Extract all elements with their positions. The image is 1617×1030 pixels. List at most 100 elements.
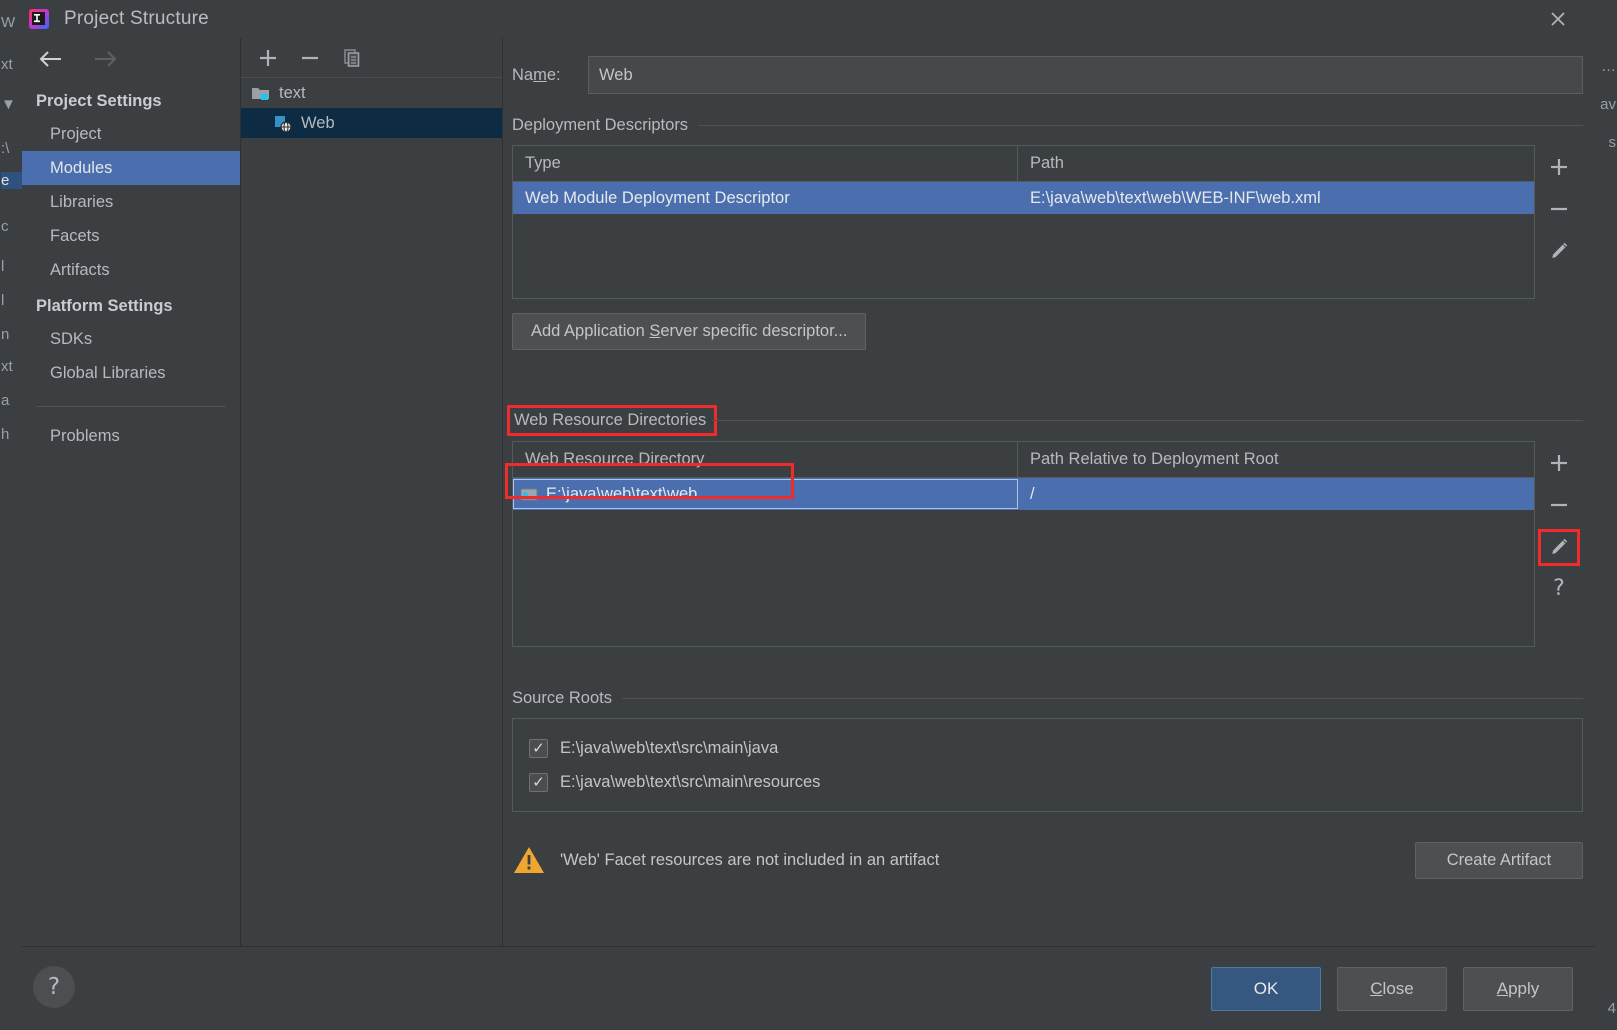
name-input[interactable] xyxy=(588,56,1583,94)
sidebar-item-label: Modules xyxy=(50,158,113,177)
column-header-path[interactable]: Path xyxy=(1018,146,1534,181)
sidebar-item-project[interactable]: Project xyxy=(22,117,240,151)
remove-module-button[interactable] xyxy=(297,45,323,71)
table-header-row: Web Resource Directory Path Relative to … xyxy=(513,442,1534,478)
table-body: Web Module Deployment Descriptor E:\java… xyxy=(513,182,1534,298)
project-structure-dialog: Project Structure Project Settings Proje… xyxy=(22,0,1595,1030)
name-label-pre: Na xyxy=(512,65,534,84)
check-icon: ✓ xyxy=(532,738,545,757)
copy-icon[interactable] xyxy=(339,45,365,71)
web-resource-directories-table: Web Resource Directory Path Relative to … xyxy=(512,441,1535,647)
edit-descriptor-pencil-icon[interactable] xyxy=(1539,231,1579,271)
section-title: Source Roots xyxy=(512,689,612,707)
section-title: Deployment Descriptors xyxy=(512,116,689,134)
apply-button-label-rest: pply xyxy=(1508,978,1540,998)
add-web-resource-button[interactable] xyxy=(1539,443,1579,483)
column-header-web-resource-directory[interactable]: Web Resource Directory xyxy=(513,442,1018,477)
sidebar-item-label: SDKs xyxy=(50,329,93,348)
tree-node-label: Web xyxy=(301,113,335,132)
cell-path: E:\java\web\text\web\WEB-INF\web.xml xyxy=(1030,188,1321,207)
tree-node-web[interactable]: Web xyxy=(241,108,502,138)
bg-fragment: xt xyxy=(1,56,13,73)
artifact-warning-text: 'Web' Facet resources are not included i… xyxy=(560,850,940,869)
sidebar-item-libraries[interactable]: Libraries xyxy=(22,185,240,219)
deployment-descriptors-toolbar xyxy=(1535,145,1583,299)
sidebar-item-sdks[interactable]: SDKs xyxy=(22,322,240,356)
warning-triangle-icon xyxy=(512,845,546,875)
intellij-idea-icon xyxy=(28,8,50,30)
bg-fragment: h xyxy=(1,426,10,443)
sidebar-item-label: Problems xyxy=(50,426,120,445)
add-module-button[interactable] xyxy=(255,45,281,71)
section-title: Web Resource Directories xyxy=(506,405,718,436)
remove-web-resource-button[interactable] xyxy=(1539,485,1579,525)
table-row[interactable]: Web Module Deployment Descriptor E:\java… xyxy=(513,182,1534,214)
name-row: Name: xyxy=(512,56,1583,94)
source-root-checkbox[interactable]: ✓ xyxy=(529,738,548,758)
dialog-title: Project Structure xyxy=(64,8,209,29)
list-item[interactable]: ✓ E:\java\web\text\src\main\resources xyxy=(513,765,1582,799)
edit-web-resource-pencil-icon[interactable] xyxy=(1538,527,1580,567)
sidebar-item-global-libraries[interactable]: Global Libraries xyxy=(22,356,240,390)
sidebar-group-platform-settings: Platform Settings xyxy=(36,297,173,315)
arrow-right-icon[interactable] xyxy=(92,48,118,72)
web-resource-help-icon[interactable]: ? xyxy=(1539,569,1579,609)
add-app-server-descriptor-row: Add Application Server specific descript… xyxy=(512,313,1583,350)
sidebar-item-label: Project xyxy=(50,124,102,143)
button-label-post: erver specific descriptor... xyxy=(660,322,848,340)
bg-fragment: 4 xyxy=(1607,1000,1616,1017)
remove-descriptor-button[interactable] xyxy=(1539,189,1579,229)
arrow-left-icon[interactable] xyxy=(38,48,64,72)
background-ide-right-sliver: … av s 4 xyxy=(1595,0,1617,1030)
help-glyph: ? xyxy=(47,974,61,1000)
module-tree-panel: text Web xyxy=(241,38,503,946)
bg-fragment: xt xyxy=(1,358,13,375)
deployment-descriptors-section-header: Deployment Descriptors xyxy=(512,116,1583,135)
list-item[interactable]: ✓ E:\java\web\text\src\main\java xyxy=(513,731,1582,765)
bg-fragment: l xyxy=(1,258,5,275)
deployment-descriptors-table: Type Path Web Module Deployment Descript… xyxy=(512,145,1535,299)
name-label-post: e: xyxy=(546,65,561,84)
sidebar-item-artifacts[interactable]: Artifacts xyxy=(22,253,240,287)
bg-fragment: a xyxy=(1,392,10,409)
button-label-pre: Add Application xyxy=(531,322,650,340)
button-label-mnemonic: S xyxy=(649,322,661,340)
question-mark-icon[interactable]: ? xyxy=(33,966,75,1008)
tree-node-text[interactable]: text xyxy=(241,78,502,108)
sidebar-item-label: Facets xyxy=(50,226,100,245)
bg-fragment: e xyxy=(1,172,22,189)
web-resource-directories-section-header: Web Resource Directories xyxy=(506,405,1583,436)
web-resource-directories-block: Web Resource Directory Path Relative to … xyxy=(505,441,1583,647)
bg-fragment: W xyxy=(1,14,16,31)
close-icon[interactable] xyxy=(1543,5,1573,33)
sidebar-divider xyxy=(36,406,226,407)
close-button[interactable]: Close xyxy=(1337,966,1447,1011)
cell-type: Web Module Deployment Descriptor xyxy=(525,188,790,207)
cell-relative-path: / xyxy=(1030,484,1035,503)
source-root-checkbox[interactable]: ✓ xyxy=(529,772,548,792)
sidebar-item-facets[interactable]: Facets xyxy=(22,219,240,253)
ok-button[interactable]: OK xyxy=(1211,966,1321,1011)
facet-detail-panel: Name: Deployment Descriptors Type Path xyxy=(503,38,1595,946)
add-descriptor-button[interactable] xyxy=(1539,147,1579,187)
bg-fragment: ▼ xyxy=(1,96,16,113)
create-artifact-button[interactable]: Create Artifact xyxy=(1415,841,1583,879)
sidebar-item-modules[interactable]: Modules xyxy=(22,151,240,185)
web-facet-icon xyxy=(273,114,293,133)
table-row[interactable]: E:\java\web\text\web / xyxy=(513,478,1534,510)
dialog-body: Project Settings Project Modules Librari… xyxy=(22,38,1595,946)
section-divider xyxy=(712,420,1583,421)
source-roots-section-header: Source Roots xyxy=(512,689,1583,708)
apply-button[interactable]: Apply xyxy=(1463,966,1573,1011)
section-divider xyxy=(621,698,1583,699)
add-app-server-descriptor-button[interactable]: Add Application Server specific descript… xyxy=(512,313,867,350)
source-root-label: E:\java\web\text\src\main\java xyxy=(560,738,779,757)
column-header-relative-path[interactable]: Path Relative to Deployment Root xyxy=(1018,442,1534,477)
column-header-type[interactable]: Type xyxy=(513,146,1018,181)
sidebar-item-problems[interactable]: Problems xyxy=(22,419,240,453)
web-resource-directory-cell-editor[interactable]: E:\java\web\text\web xyxy=(513,479,1018,509)
bg-fragment: av xyxy=(1600,96,1616,113)
sidebar-item-label: Artifacts xyxy=(50,260,110,279)
sidebar-item-label: Global Libraries xyxy=(50,363,166,382)
bg-fragment: … xyxy=(1601,58,1616,75)
